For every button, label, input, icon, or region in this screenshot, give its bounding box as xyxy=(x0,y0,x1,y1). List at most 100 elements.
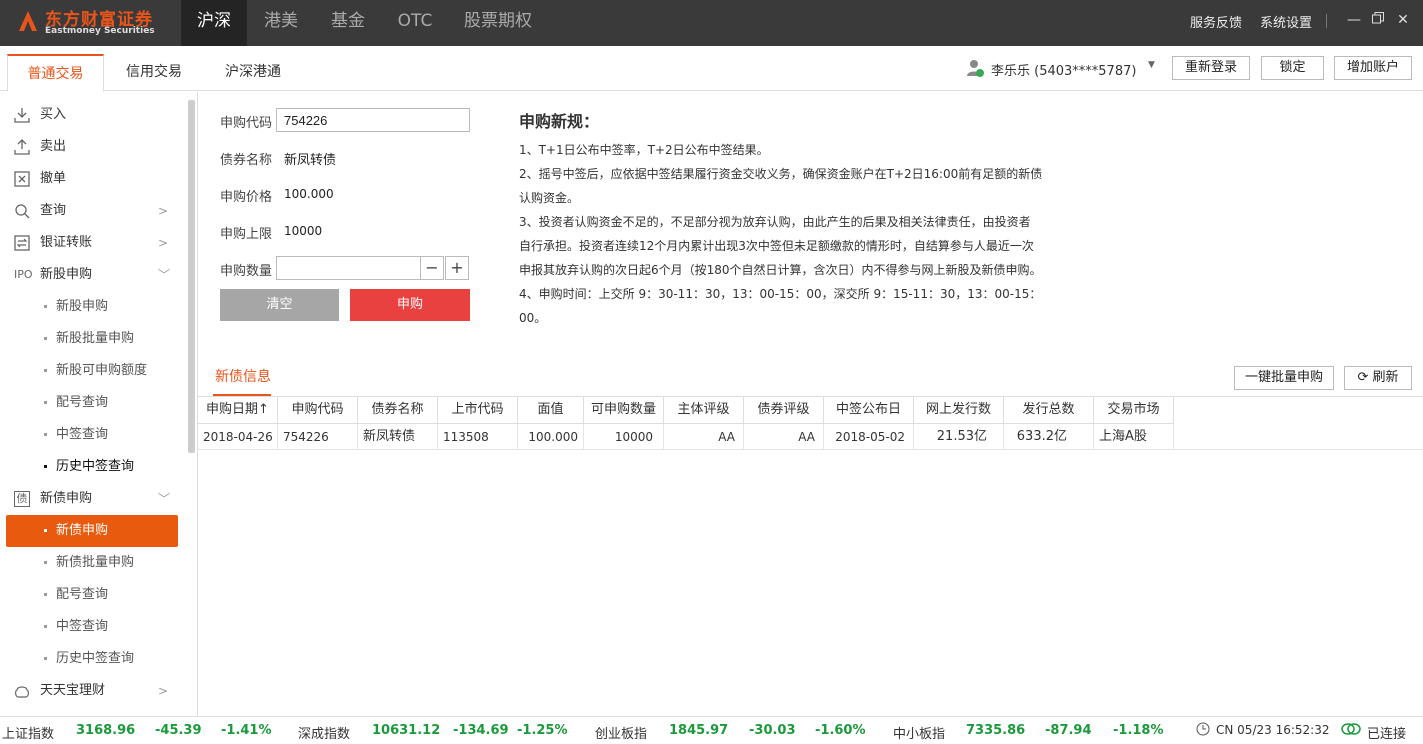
main-tab-options[interactable]: 股票期权 xyxy=(455,0,541,46)
table-cell: 754226 xyxy=(278,424,358,450)
table-cell: 113508 xyxy=(438,424,518,450)
sidebar-item-label: 买入 xyxy=(40,107,67,122)
bullet-dot xyxy=(44,529,47,532)
sidebar-subitem-label: 历史中签查询 xyxy=(56,459,135,474)
main-tab-fund[interactable]: 基金 xyxy=(320,0,376,46)
relogin-button[interactable]: 重新登录 xyxy=(1172,56,1250,80)
add-account-button[interactable]: 增加账户 xyxy=(1334,56,1412,80)
connection-status: 已连接 xyxy=(1367,727,1407,742)
column-header[interactable]: 债券评级 xyxy=(744,397,824,424)
quantity-input[interactable] xyxy=(276,256,421,280)
sidebar-subitem-bond-subscribe[interactable]: 新债申购 xyxy=(6,515,178,547)
sidebar-subitem-ipo-subscribe[interactable]: 新股申购 xyxy=(6,291,178,323)
sidebar-item-label: 卖出 xyxy=(40,139,67,154)
sidebar-subitem-label: 新债批量申购 xyxy=(56,555,135,570)
column-header[interactable]: 发行总数 xyxy=(1004,397,1094,424)
chevron-down-icon: ﹀ xyxy=(158,268,171,282)
quantity-label: 申购数量 xyxy=(220,264,273,279)
sidebar-item-bond[interactable]: 债 新债申购 ﹀ xyxy=(0,483,186,515)
sidebar-item-buy[interactable]: 买入 xyxy=(0,99,186,131)
index-change: -134.69 xyxy=(453,723,509,738)
table-cell: AA xyxy=(744,424,824,450)
subscribe-button[interactable]: 申购 xyxy=(350,289,470,321)
refresh-button[interactable]: ⟳ 刷新 xyxy=(1344,366,1412,390)
clear-button[interactable]: 清空 xyxy=(220,289,339,321)
tab-bond-info[interactable]: 新债信息 xyxy=(215,366,271,386)
search-icon xyxy=(15,204,30,219)
index-percent: -1.60% xyxy=(815,723,866,738)
top-bar: 东方财富证券 Eastmoney Securities 沪深 港美 基金 OTC… xyxy=(0,0,1423,46)
settings-link[interactable]: 系统设置 xyxy=(1260,12,1312,31)
price-label: 申购价格 xyxy=(220,190,273,205)
column-header[interactable]: 上市代码 xyxy=(438,397,518,424)
batch-subscribe-button[interactable]: 一键批量申购 xyxy=(1234,366,1334,390)
sidebar-item-label: 天天宝理财 xyxy=(40,683,106,698)
main-tab-otc[interactable]: OTC xyxy=(387,0,443,46)
column-header[interactable]: 主体评级 xyxy=(664,397,744,424)
sidebar-item-wealth[interactable]: 天天宝理财 > xyxy=(0,675,186,707)
sidebar-subitem-ipo-batch[interactable]: 新股批量申购 xyxy=(6,323,178,355)
sidebar-subitem-bond-batch[interactable]: 新债批量申购 xyxy=(6,547,178,579)
sidebar-subitem-bond-history[interactable]: 历史中签查询 xyxy=(6,643,178,675)
sidebar-item-cancel-order[interactable]: 撤单 xyxy=(0,163,186,195)
index-percent: -1.25% xyxy=(517,723,568,738)
sidebar-subitem-ipo-allotment[interactable]: 配号查询 xyxy=(6,387,178,419)
download-icon xyxy=(14,108,30,123)
sidebar-subitem-bond-allotment[interactable]: 配号查询 xyxy=(6,579,178,611)
tab-credit-trading[interactable]: 信用交易 xyxy=(110,54,198,92)
sidebar-subitem-label: 新债申购 xyxy=(56,523,109,538)
sidebar-subitem-ipo-history[interactable]: 历史中签查询 xyxy=(6,451,178,483)
restore-icon[interactable] xyxy=(1371,12,1385,28)
index-percent: -1.18% xyxy=(1113,723,1164,738)
table-cell: 2018-04-26 xyxy=(198,424,278,450)
sidebar-item-sell[interactable]: 卖出 xyxy=(0,131,186,163)
sidebar-item-bank-transfer[interactable]: 银证转账 > xyxy=(0,227,186,259)
index-change: -45.39 xyxy=(155,723,202,738)
trading-app-window: 东方财富证券 Eastmoney Securities 沪深 港美 基金 OTC… xyxy=(0,0,1423,744)
column-header[interactable]: 可申购数量 xyxy=(584,397,664,424)
main-tab-hushen[interactable]: 沪深 xyxy=(181,0,247,46)
column-header[interactable]: 申购日期↑ xyxy=(198,397,278,424)
refresh-icon: ⟳ xyxy=(1357,370,1369,385)
connection-icon xyxy=(1340,721,1362,741)
decrement-button[interactable]: − xyxy=(420,256,444,280)
subscription-code-input[interactable] xyxy=(276,108,470,132)
user-name: 李乐乐 (5403****5787) xyxy=(991,64,1137,79)
transfer-icon xyxy=(14,235,30,251)
lock-button[interactable]: 锁定 xyxy=(1261,56,1324,80)
chevron-down-icon: ﹀ xyxy=(158,492,171,506)
sidebar-subitem-bond-winning[interactable]: 中签查询 xyxy=(6,611,178,643)
index-name: 创业板指 xyxy=(595,727,648,742)
rules-line: 申报其放弃认购的次日起6个月（按180个自然日计算，含次日）内不得参与网上新股及… xyxy=(519,263,1042,277)
sidebar-subitem-ipo-quota[interactable]: 新股可申购额度 xyxy=(6,355,178,387)
column-header[interactable]: 债券名称 xyxy=(358,397,438,424)
feedback-link[interactable]: 服务反馈 xyxy=(1190,12,1242,31)
tab-hk-connect[interactable]: 沪深港通 xyxy=(209,54,297,92)
bullet-dot xyxy=(44,337,47,340)
chevron-down-icon[interactable]: ▼ xyxy=(1148,60,1155,70)
column-header[interactable]: 中签公布日 xyxy=(824,397,914,424)
index-value: 1845.97 xyxy=(669,723,729,738)
bullet-dot xyxy=(44,593,47,596)
close-icon[interactable]: ✕ xyxy=(1396,12,1410,28)
sidebar-item-ipo[interactable]: IPO 新股申购 ﹀ xyxy=(0,259,186,291)
tab-normal-trading[interactable]: 普通交易 xyxy=(7,54,104,92)
logo: 东方财富证券 Eastmoney Securities xyxy=(0,0,181,46)
column-header[interactable]: 交易市场 xyxy=(1094,397,1174,424)
increment-button[interactable]: + xyxy=(445,256,469,280)
sidebar-scrollbar[interactable] xyxy=(188,100,195,453)
price-value: 100.000 xyxy=(284,187,334,201)
table-cell: 2018-05-02 xyxy=(824,424,914,450)
sidebar-subitem-ipo-winning[interactable]: 中签查询 xyxy=(6,419,178,451)
limit-label: 申购上限 xyxy=(220,227,273,242)
bullet-dot xyxy=(44,561,47,564)
column-header[interactable]: 面值 xyxy=(518,397,584,424)
sidebar-item-query[interactable]: 查询 > xyxy=(0,195,186,227)
sidebar-subitem-label: 新股可申购额度 xyxy=(56,363,148,378)
column-header[interactable]: 网上发行数 xyxy=(914,397,1004,424)
minimize-icon[interactable]: — xyxy=(1347,12,1361,28)
column-header[interactable]: 申购代码 xyxy=(278,397,358,424)
subscription-rules: 申购新规： 1、T+1日公布中签率，T+2日公布中签结果。 2、摇号中签后，应依… xyxy=(519,108,1059,330)
user-avatar-icon xyxy=(967,60,984,77)
main-tab-gangmei[interactable]: 港美 xyxy=(253,0,309,46)
